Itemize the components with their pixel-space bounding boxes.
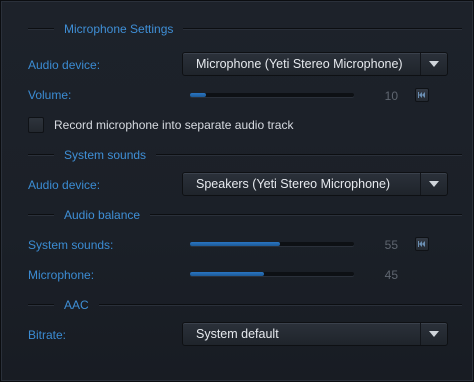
volume-reset-button[interactable] bbox=[415, 88, 429, 102]
volume-label: Volume: bbox=[28, 88, 72, 102]
bitrate-value: System default bbox=[196, 327, 279, 341]
microphone-balance-label: Microphone: bbox=[28, 268, 95, 282]
section-divider bbox=[28, 154, 54, 156]
section-microphone-settings: Microphone Settings bbox=[28, 21, 462, 37]
mic-audio-device-value: Microphone (Yeti Stereo Microphone) bbox=[196, 57, 403, 71]
volume-value: 10 bbox=[384, 89, 398, 103]
section-title: Audio balance bbox=[64, 208, 141, 222]
system-sounds-slider[interactable] bbox=[190, 242, 354, 246]
section-aac: AAC bbox=[28, 297, 462, 313]
section-divider bbox=[28, 214, 54, 216]
section-title: System sounds bbox=[64, 148, 147, 162]
section-divider bbox=[28, 304, 54, 306]
chevron-down-icon[interactable] bbox=[420, 323, 447, 345]
system-sounds-slider-fill bbox=[190, 242, 281, 246]
section-title: AAC bbox=[64, 298, 89, 312]
section-divider bbox=[183, 28, 462, 30]
chevron-down-icon[interactable] bbox=[420, 173, 447, 195]
section-divider bbox=[156, 154, 462, 156]
microphone-balance-value: 45 bbox=[384, 268, 398, 282]
section-divider bbox=[150, 214, 462, 216]
system-audio-device-label: Audio device: bbox=[28, 178, 101, 192]
reset-icon bbox=[418, 92, 425, 98]
volume-slider[interactable] bbox=[190, 93, 354, 97]
volume-slider-fill bbox=[190, 93, 207, 97]
system-audio-device-value: Speakers (Yeti Stereo Microphone) bbox=[196, 177, 391, 191]
bitrate-label: Bitrate: bbox=[28, 328, 67, 342]
mic-audio-device-label: Audio device: bbox=[28, 58, 101, 72]
microphone-balance-slider[interactable] bbox=[190, 272, 354, 276]
section-divider bbox=[28, 28, 54, 30]
mic-audio-device-select[interactable]: Microphone (Yeti Stereo Microphone) bbox=[182, 52, 448, 76]
section-title: Microphone Settings bbox=[64, 22, 174, 36]
system-sounds-balance-label: System sounds: bbox=[28, 238, 114, 252]
record-separate-checkbox[interactable] bbox=[28, 117, 44, 133]
reset-icon bbox=[418, 241, 425, 247]
section-audio-balance: Audio balance bbox=[28, 207, 462, 223]
system-audio-device-select[interactable]: Speakers (Yeti Stereo Microphone) bbox=[182, 172, 448, 196]
chevron-down-icon[interactable] bbox=[420, 53, 447, 75]
record-separate-label: Record microphone into separate audio tr… bbox=[54, 118, 294, 132]
bitrate-select[interactable]: System default bbox=[182, 322, 448, 346]
section-divider bbox=[98, 304, 462, 306]
system-sounds-value: 55 bbox=[384, 238, 398, 252]
balance-reset-button[interactable] bbox=[415, 237, 429, 251]
section-system-sounds: System sounds bbox=[28, 147, 462, 163]
microphone-balance-slider-fill bbox=[190, 272, 264, 276]
